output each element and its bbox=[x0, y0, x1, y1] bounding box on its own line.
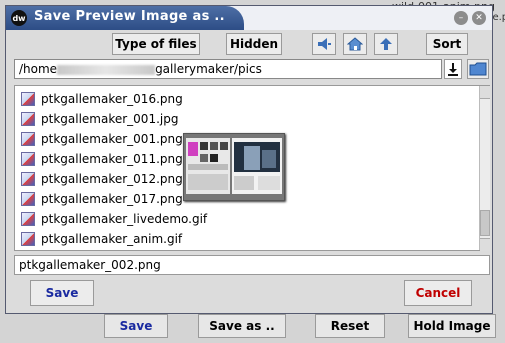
image-file-icon bbox=[21, 132, 35, 146]
image-file-icon bbox=[21, 172, 35, 186]
background-hold-image-button[interactable]: Hold Image bbox=[408, 314, 496, 338]
path-redacted bbox=[57, 64, 156, 75]
preview-thumbnail bbox=[183, 133, 285, 201]
save-button[interactable]: Save bbox=[30, 280, 94, 306]
file-list-scrollbar[interactable] bbox=[479, 86, 490, 251]
speaker-icon bbox=[318, 38, 331, 50]
minimize-icon[interactable]: – bbox=[454, 11, 468, 25]
background-save-button[interactable]: Save bbox=[104, 314, 168, 338]
image-file-icon bbox=[21, 212, 35, 226]
list-item[interactable]: ptkgallemaker_011.png bbox=[21, 150, 183, 168]
image-file-icon bbox=[21, 112, 35, 126]
up-button[interactable] bbox=[374, 33, 398, 55]
new-folder-button[interactable] bbox=[467, 59, 489, 79]
file-name: ptkgallemaker_001.png bbox=[41, 132, 183, 146]
list-item[interactable]: ptkgallemaker_012.png bbox=[21, 170, 183, 188]
file-name: ptkgallemaker_017.png bbox=[41, 192, 183, 206]
type-of-files-button[interactable]: Type of files bbox=[112, 33, 200, 55]
scroll-thumb[interactable] bbox=[480, 210, 490, 236]
dialog-title: Save Preview Image as .. bbox=[34, 9, 225, 24]
file-name: ptkgallemaker_012.png bbox=[41, 172, 183, 186]
file-list[interactable]: ptkgallemaker_016.png ptkgallemaker_001.… bbox=[14, 85, 490, 251]
cancel-button[interactable]: Cancel bbox=[404, 280, 472, 306]
filename-input[interactable]: ptkgallemaker_002.png bbox=[14, 255, 490, 275]
save-dialog: dw Save Preview Image as .. – ✕ Type of … bbox=[5, 5, 493, 314]
image-file-icon bbox=[21, 232, 35, 246]
scroll-up-arrow[interactable] bbox=[480, 86, 490, 99]
list-item[interactable]: ptkgallemaker_016.png bbox=[21, 90, 183, 108]
home-icon bbox=[347, 37, 363, 51]
download-icon bbox=[448, 63, 458, 76]
preview-image bbox=[184, 134, 284, 200]
sort-button[interactable]: Sort bbox=[426, 33, 468, 55]
list-item[interactable]: ptkgallemaker_017.png bbox=[21, 190, 183, 208]
file-name: ptkgallemaker_011.png bbox=[41, 152, 183, 166]
hidden-button[interactable]: Hidden bbox=[226, 33, 282, 55]
up-arrow-icon bbox=[380, 38, 392, 50]
file-name: ptkgallemaker_anim.gif bbox=[41, 232, 183, 246]
list-item[interactable]: ptkgallemaker_livedemo.gif bbox=[21, 210, 207, 228]
path-suffix: gallerymaker/pics bbox=[155, 62, 262, 76]
list-item[interactable]: ptkgallemaker_001.png bbox=[21, 130, 183, 148]
path-prefix: /home bbox=[19, 62, 58, 76]
file-name: ptkgallemaker_001.jpg bbox=[41, 112, 179, 126]
app-icon: dw bbox=[11, 10, 27, 26]
image-file-icon bbox=[21, 92, 35, 106]
list-item[interactable]: ptkgallemaker_001.jpg bbox=[21, 110, 178, 128]
scroll-down-arrow[interactable] bbox=[480, 238, 490, 251]
path-dropdown-button[interactable] bbox=[444, 59, 462, 79]
image-file-icon bbox=[21, 192, 35, 206]
file-name: ptkgallemaker_livedemo.gif bbox=[41, 212, 208, 226]
image-file-icon bbox=[21, 152, 35, 166]
list-item[interactable]: ptkgallemaker_anim.gif bbox=[21, 230, 182, 248]
folder-icon bbox=[469, 62, 487, 76]
home-button[interactable] bbox=[343, 33, 367, 55]
volume-button[interactable] bbox=[312, 33, 336, 55]
title-bar[interactable]: dw Save Preview Image as .. – ✕ bbox=[6, 6, 492, 30]
close-icon[interactable]: ✕ bbox=[472, 11, 486, 25]
background-reset-button[interactable]: Reset bbox=[315, 314, 385, 338]
file-name: ptkgallemaker_016.png bbox=[41, 92, 183, 106]
path-input[interactable]: /home gallerymaker/pics bbox=[14, 59, 442, 79]
background-save-as-button[interactable]: Save as .. bbox=[198, 314, 286, 338]
